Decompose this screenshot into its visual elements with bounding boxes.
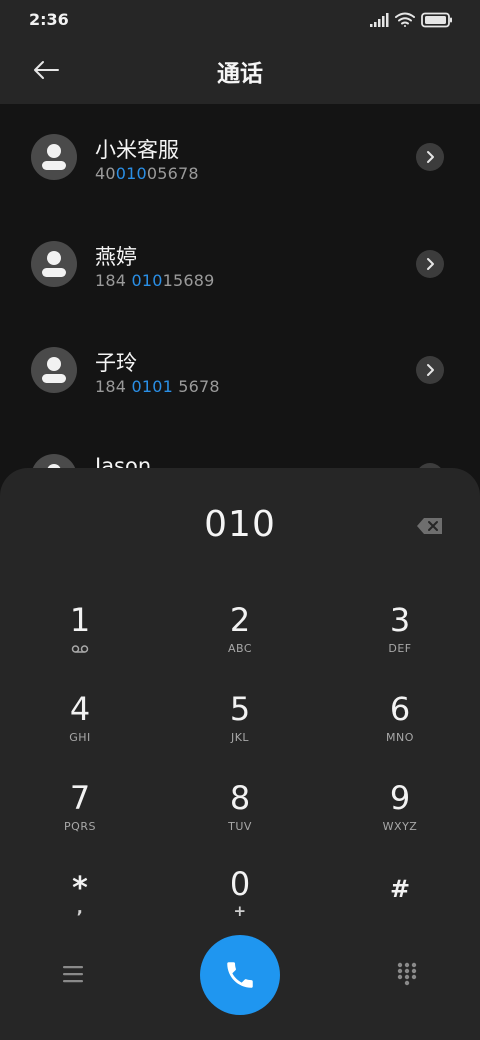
avatar (31, 134, 77, 180)
key-9[interactable]: 9 WXYZ (320, 778, 480, 866)
phone-icon (227, 962, 253, 988)
key-digit: 8 (229, 779, 251, 817)
key-digit: 3 (389, 601, 411, 639)
contact-list: 小米客服 4001005678 燕婷 184 01015689 子玲 184 0… (0, 104, 480, 500)
contact-number: 4001005678 (95, 164, 199, 183)
key-digit: 5 (229, 690, 251, 728)
key-6[interactable]: 6 MNO (320, 689, 480, 777)
key-letters: DEF (388, 642, 412, 655)
key-letters: TUV (228, 820, 252, 833)
key-2[interactable]: 2 ABC (160, 600, 320, 688)
key-digit: 2 (229, 601, 251, 639)
menu-icon[interactable] (62, 964, 84, 984)
key-hash[interactable]: # (320, 868, 480, 956)
call-button[interactable] (200, 935, 280, 1015)
contact-details-button[interactable] (416, 356, 444, 384)
key-letters: PQRS (64, 820, 96, 833)
avatar (31, 347, 77, 393)
wifi-icon (395, 12, 415, 27)
contact-row[interactable]: 小米客服 4001005678 (0, 104, 480, 210)
key-letters: WXYZ (382, 820, 418, 833)
contact-details-button[interactable] (416, 143, 444, 171)
avatar (31, 241, 77, 287)
chevron-right-icon (427, 364, 434, 376)
key-3[interactable]: 3 DEF (320, 600, 480, 688)
key-letters: MNO (386, 731, 414, 744)
dialpad-panel: 010 1 2 ABC 3 DEF 4 GHI 5 JKL 6 MNO 7 PQ… (0, 468, 480, 1040)
key-digit: 9 (389, 779, 411, 817)
key-digit: # (389, 875, 411, 903)
dial-input[interactable]: 010 (0, 504, 480, 545)
key-letters: JKL (230, 731, 250, 744)
key-letters: + (233, 902, 247, 920)
key-digit: 7 (69, 779, 91, 817)
key-letters: , (76, 898, 84, 917)
key-letters: ABC (227, 642, 253, 655)
chevron-right-icon (427, 258, 434, 270)
key-5[interactable]: 5 JKL (160, 689, 320, 777)
key-8[interactable]: 8 TUV (160, 778, 320, 866)
key-star[interactable]: * , (0, 868, 160, 956)
voicemail-icon (71, 645, 89, 653)
contact-details-button[interactable] (416, 250, 444, 278)
chevron-right-icon (427, 151, 434, 163)
key-1[interactable]: 1 (0, 600, 160, 688)
key-letters: GHI (69, 731, 91, 744)
page-title: 通话 (217, 61, 263, 87)
key-digit: 1 (69, 601, 91, 639)
contact-row[interactable]: 燕婷 184 01015689 (0, 211, 480, 317)
key-4[interactable]: 4 GHI (0, 689, 160, 777)
contact-name: 燕婷 (95, 245, 137, 269)
contact-number: 184 01015689 (95, 271, 215, 290)
dialpad-toggle-icon[interactable] (396, 962, 418, 986)
contact-row[interactable]: 子玲 184 0101 5678 (0, 317, 480, 423)
status-time: 2:36 (29, 10, 69, 29)
status-bar: 2:36 (0, 0, 480, 40)
contact-number: 184 0101 5678 (95, 377, 220, 396)
contact-name: 子玲 (95, 351, 137, 375)
key-7[interactable]: 7 PQRS (0, 778, 160, 866)
key-digit: 0 (229, 865, 251, 903)
backspace-icon[interactable] (416, 516, 444, 536)
status-icons (370, 12, 452, 28)
key-digit: 6 (389, 690, 411, 728)
battery-icon (421, 12, 452, 28)
contact-name: 小米客服 (95, 138, 179, 162)
signal-icon (370, 13, 389, 27)
header: 通话 (0, 40, 480, 104)
key-digit: 4 (69, 690, 91, 728)
